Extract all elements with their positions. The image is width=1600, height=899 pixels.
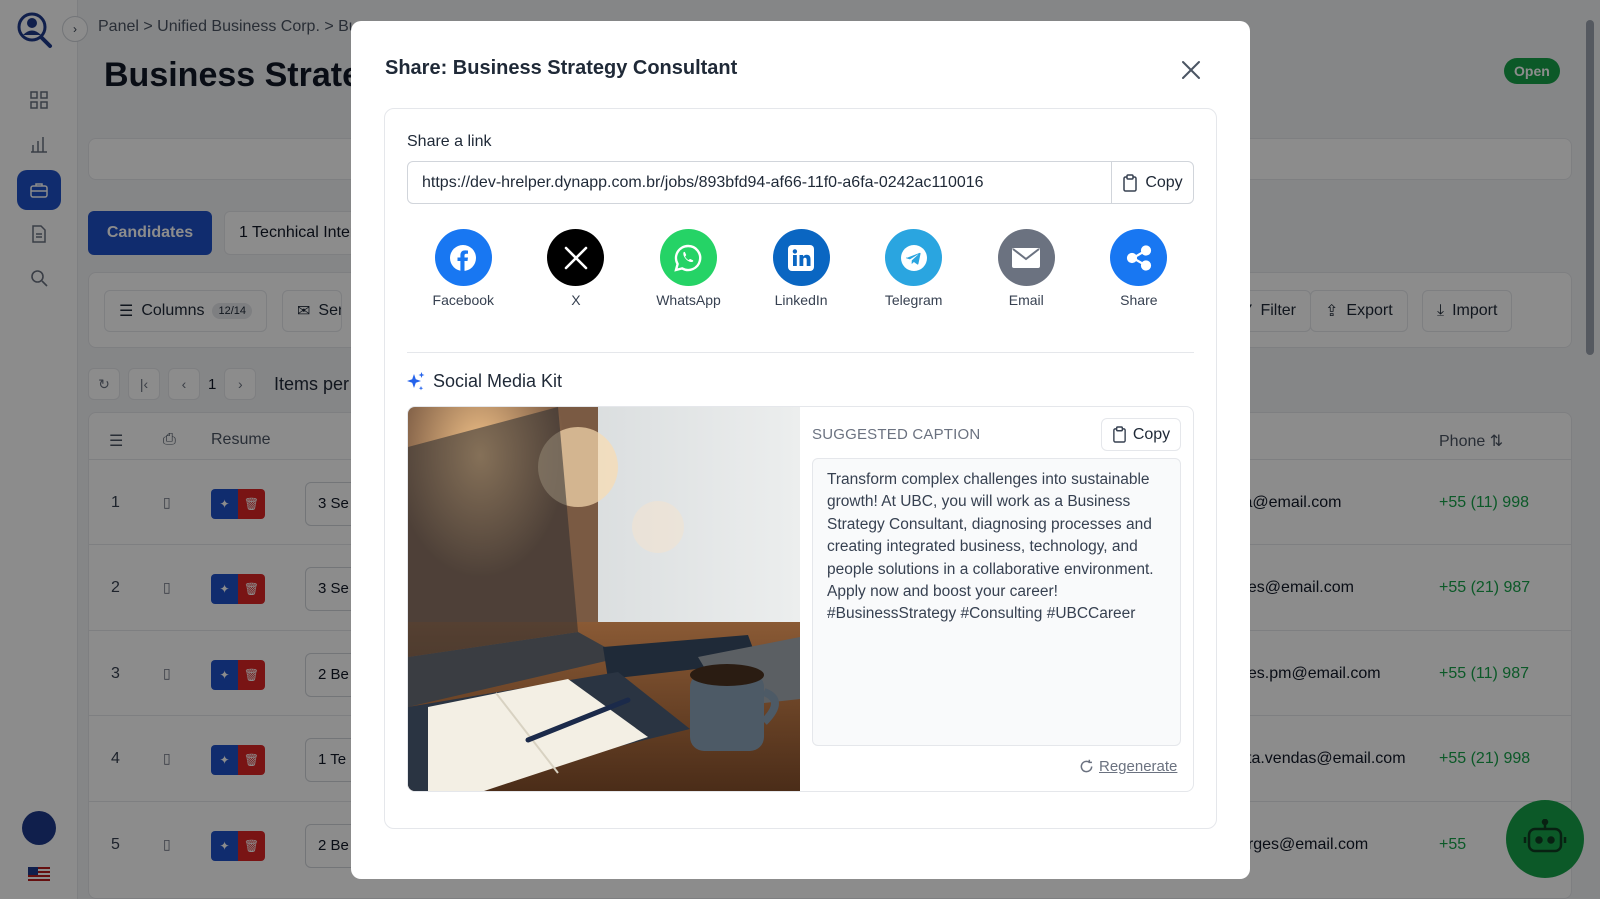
close-button[interactable] [1178, 57, 1204, 83]
share-card: Share a link https://dev-hrelper.dynapp.… [384, 108, 1217, 829]
copy-link-label: Copy [1145, 173, 1183, 191]
copy-caption-button[interactable]: Copy [1101, 418, 1181, 451]
share-modal: Share: Business Strategy Consultant Shar… [351, 21, 1250, 879]
share-facebook-button[interactable]: Facebook [407, 229, 520, 308]
share-facebook-label: Facebook [432, 292, 495, 308]
social-media-kit-panel: SUGGESTED CAPTION Copy Transform complex… [407, 406, 1194, 792]
facebook-icon [434, 229, 492, 286]
share-link-field: https://dev-hrelper.dynapp.com.br/jobs/8… [407, 161, 1194, 204]
share-telegram-label: Telegram [884, 292, 943, 308]
telegram-icon [885, 229, 943, 286]
share-whatsapp-button[interactable]: WhatsApp [632, 229, 745, 308]
share-link-input[interactable]: https://dev-hrelper.dynapp.com.br/jobs/8… [408, 162, 1111, 203]
share-email-label: Email [1008, 292, 1044, 308]
share-link-label: Share a link [407, 133, 492, 150]
share-whatsapp-label: WhatsApp [656, 292, 721, 308]
clipboard-icon [1112, 426, 1126, 443]
clipboard-icon [1123, 173, 1138, 192]
linkedin-icon [772, 229, 830, 286]
modal-title: Share: Business Strategy Consultant [385, 57, 738, 79]
section-divider [407, 352, 1194, 353]
copy-caption-label: Copy [1132, 425, 1171, 443]
caption-textarea[interactable]: Transform complex challenges into sustai… [812, 458, 1181, 746]
share-email-button[interactable]: Email [970, 229, 1083, 308]
share-native-button[interactable]: Share [1083, 229, 1196, 308]
regenerate-button[interactable]: Regenerate [1079, 758, 1177, 775]
share-linkedin-button[interactable]: LinkedIn [745, 229, 858, 308]
refresh-icon [1080, 759, 1093, 773]
social-share-buttons: Facebook X WhatsApp LinkedIn Telegram Em… [407, 229, 1195, 308]
regenerate-label: Regenerate [1099, 758, 1178, 775]
share-icon [1110, 229, 1168, 286]
whatsapp-icon [659, 229, 717, 286]
share-native-label: Share [1120, 292, 1158, 308]
email-icon [997, 229, 1055, 286]
copy-link-button[interactable]: Copy [1111, 162, 1193, 203]
kit-title-label: Social Media Kit [433, 371, 563, 391]
share-x-label: X [571, 292, 581, 308]
x-icon [547, 229, 605, 286]
suggested-caption-heading: SUGGESTED CAPTION [812, 426, 981, 443]
share-linkedin-label: LinkedIn [774, 292, 828, 308]
share-x-button[interactable]: X [520, 229, 633, 308]
kit-image [408, 407, 800, 791]
share-telegram-button[interactable]: Telegram [857, 229, 970, 308]
social-media-kit-title: Social Media Kit [407, 371, 562, 392]
sparkle-icon [407, 371, 425, 390]
close-icon [1182, 61, 1200, 79]
